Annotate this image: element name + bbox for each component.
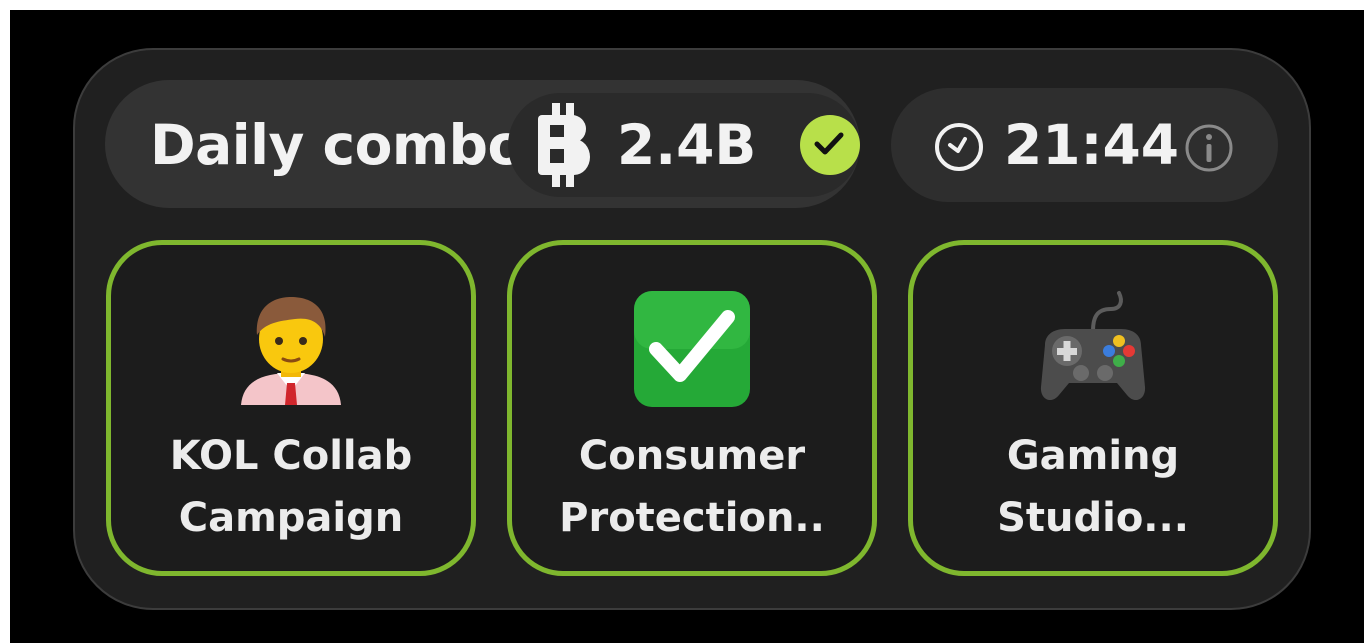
green-check-icon	[634, 291, 750, 407]
card-label-line2: Protection..	[559, 495, 825, 541]
card-label-line2: Studio...	[997, 495, 1189, 541]
countdown-timer: 21:44	[1004, 113, 1180, 177]
card-label-line1: Gaming	[1006, 433, 1180, 479]
card-label-line1: Consumer	[578, 433, 806, 479]
combo-card-kol-collab[interactable]: KOL Collab Campaign	[106, 240, 476, 576]
card-label-line1: KOL Collab	[169, 433, 413, 479]
game-controller-icon	[1040, 291, 1146, 401]
coin-icon	[538, 103, 590, 187]
clock-icon	[935, 123, 983, 171]
daily-combo-title: Daily combo	[150, 113, 525, 177]
reward-amount: 2.4B	[617, 113, 757, 177]
check-badge-icon	[800, 115, 860, 175]
card-label: Consumer Protection..	[512, 425, 872, 549]
person-office-worker-icon	[241, 297, 341, 405]
card-label: Gaming Studio...	[913, 425, 1273, 549]
info-icon[interactable]	[1183, 122, 1235, 174]
combo-card-gaming-studio[interactable]: Gaming Studio...	[908, 240, 1278, 576]
card-label-line2: Campaign	[178, 495, 404, 541]
combo-card-consumer-protection[interactable]: Consumer Protection..	[507, 240, 877, 576]
card-label: KOL Collab Campaign	[111, 425, 471, 549]
